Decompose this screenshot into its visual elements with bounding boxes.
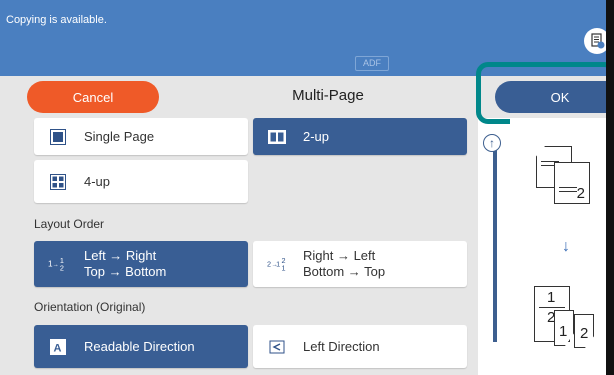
two-up-icon	[267, 129, 287, 144]
svg-text:1: 1	[282, 263, 286, 272]
preview-page-number: 1	[559, 323, 568, 340]
scroll-up-button[interactable]: ↑	[483, 134, 501, 152]
layout-order-label: Layout Order	[34, 217, 105, 231]
option-label: Left Direction	[303, 338, 380, 354]
option-left-right-top-bottom[interactable]: 1 → 1 2 Left → Right Top → Bottom	[34, 241, 248, 287]
right-left-bottom-top-icon: 2 → 1 2 1	[267, 255, 287, 273]
document-icon	[591, 33, 605, 49]
option-line-2: Top → Bottom	[84, 264, 167, 279]
option-line-1: Left → Right	[84, 248, 157, 263]
left-direction-icon	[267, 339, 287, 355]
preview-page-number: 2	[580, 325, 589, 342]
preview-result-half-2: 2	[574, 314, 594, 348]
readable-direction-icon: A	[48, 338, 68, 355]
option-label: 4-up	[84, 173, 111, 189]
option-4-up[interactable]: 4-up	[34, 160, 248, 203]
preview-result-half-1: 1	[554, 310, 574, 346]
option-line-2: Bottom → Top	[303, 264, 386, 279]
scrollbar[interactable]	[493, 150, 497, 342]
option-left-direction[interactable]: Left Direction	[253, 325, 467, 368]
option-readable-direction[interactable]: A Readable Direction	[34, 325, 248, 368]
cancel-button[interactable]: Cancel	[27, 81, 159, 113]
single-page-icon	[48, 128, 68, 145]
screen-bezel	[606, 0, 614, 375]
page-title: Multi-Page	[292, 87, 364, 104]
option-label: Readable Direction	[84, 338, 195, 354]
option-right-left-bottom-top[interactable]: 2 → 1 2 1 Right → Left Bottom → Top	[253, 241, 467, 287]
screen: Copying is available. ADF Cancel Multi-P…	[0, 0, 606, 375]
arrow-down-icon: ↓	[562, 238, 570, 255]
orientation-label: Orientation (Original)	[34, 300, 146, 314]
option-label: Single Page	[84, 128, 155, 144]
preview-panel: 1 2 1 2 1 2	[510, 118, 606, 375]
four-up-icon	[48, 173, 68, 190]
left-right-top-bottom-icon: 1 → 1 2	[48, 255, 68, 273]
option-label: Right → Left Bottom → Top	[303, 248, 385, 280]
ok-highlight-frame	[476, 62, 606, 124]
adf-badge: ADF	[355, 56, 389, 71]
svg-text:A: A	[54, 342, 62, 354]
preview-page-number: 1	[547, 289, 556, 306]
svg-text:→: →	[53, 262, 59, 269]
option-label: 2-up	[303, 128, 330, 144]
svg-text:2: 2	[60, 263, 64, 272]
option-single-page[interactable]: Single Page	[34, 118, 248, 155]
job-status-button[interactable]	[584, 28, 606, 54]
option-line-1: Right → Left	[303, 248, 376, 263]
preview-page-number: 2	[576, 185, 585, 202]
svg-text:1: 1	[276, 260, 280, 269]
preview-source-page-2: 2	[554, 162, 590, 204]
arrow-up-icon: ↑	[489, 136, 495, 150]
svg-text:2: 2	[267, 260, 271, 269]
status-message: Copying is available.	[6, 14, 107, 26]
option-label: Left → Right Top → Bottom	[84, 248, 166, 280]
option-2-up[interactable]: 2-up	[253, 118, 467, 155]
